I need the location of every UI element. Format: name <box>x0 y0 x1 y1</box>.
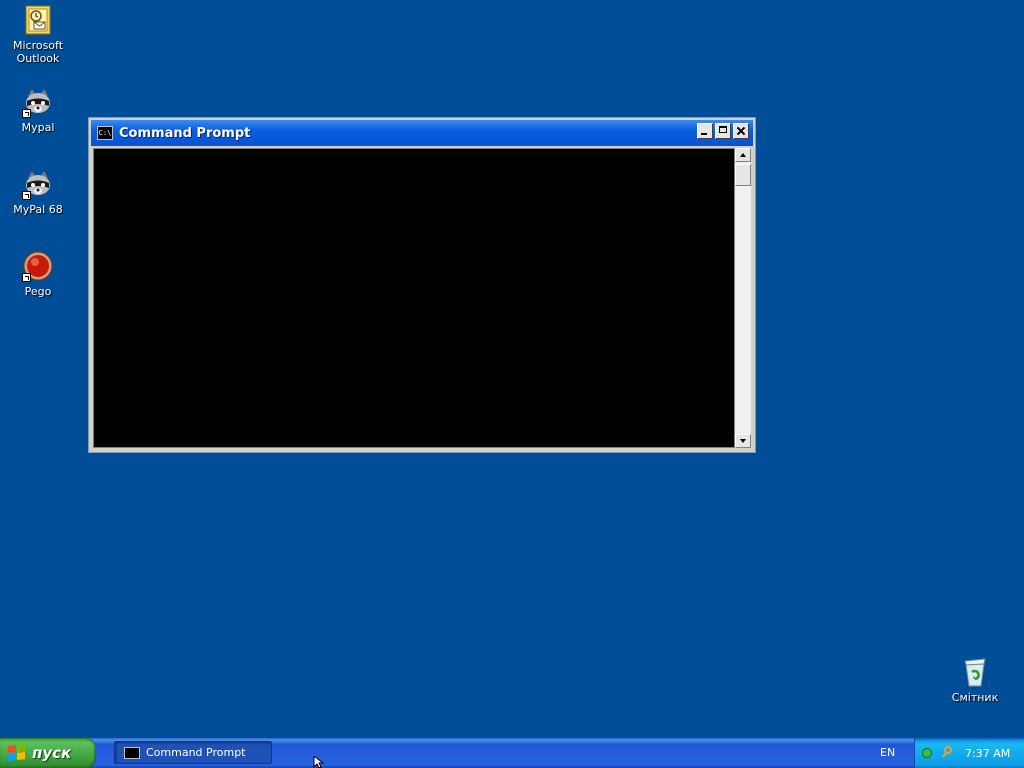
taskbar-item-command-prompt[interactable]: Command Prompt <box>114 741 272 764</box>
scroll-thumb[interactable] <box>735 164 751 186</box>
start-button[interactable]: пуск <box>0 738 96 768</box>
desktop-icon-outlook[interactable]: Microsoft Outlook <box>0 4 76 65</box>
cmd-icon <box>124 746 140 759</box>
shortcut-arrow-icon <box>22 273 31 282</box>
taskbar: пуск Command Prompt EN 7:37 AM <box>0 738 1024 768</box>
desktop-icon-mypal-68[interactable]: MyPal 68 <box>0 168 76 216</box>
desktop-icon-label: Смітник <box>951 691 999 704</box>
start-label: пуск <box>32 744 72 762</box>
language-indicator[interactable]: EN <box>880 746 895 759</box>
minimize-button[interactable] <box>697 123 713 139</box>
close-button[interactable] <box>733 123 749 139</box>
outlook-icon <box>22 4 54 36</box>
command-prompt-window[interactable]: C:\ Command Prompt <box>88 117 756 453</box>
shortcut-arrow-icon <box>22 191 31 200</box>
window-controls <box>697 123 749 139</box>
shortcut-arrow-icon <box>22 109 31 118</box>
mouse-cursor-icon <box>313 756 325 768</box>
mypal-raccoon-icon <box>22 168 54 200</box>
desktop-icon-label: Pego <box>24 285 52 298</box>
desktop-icon-label: MyPal 68 <box>13 203 63 216</box>
mypal-raccoon-icon <box>22 86 54 118</box>
recycle-bin-icon <box>959 656 991 688</box>
desktop-icon-mypal[interactable]: Mypal <box>0 86 76 134</box>
window-titlebar[interactable]: C:\ Command Prompt <box>91 120 753 146</box>
pego-icon <box>22 250 54 282</box>
vertical-scrollbar[interactable] <box>735 148 751 448</box>
cmd-icon: C:\ <box>97 126 113 140</box>
desktop-icon-label: Microsoft Outlook <box>12 39 64 65</box>
clock[interactable]: 7:37 AM <box>965 747 1010 760</box>
window-title: Command Prompt <box>119 125 251 141</box>
windows-logo-icon <box>8 744 26 762</box>
scroll-down-button[interactable] <box>735 434 751 448</box>
network-icon[interactable] <box>921 746 935 760</box>
desktop-icon-label: Mypal <box>21 121 55 134</box>
taskbar-item-label: Command Prompt <box>146 746 246 759</box>
search-icon[interactable] <box>941 746 955 760</box>
system-tray: 7:37 AM <box>914 738 1024 768</box>
scroll-up-button[interactable] <box>735 148 751 162</box>
console-area[interactable] <box>93 148 735 448</box>
maximize-button[interactable] <box>715 123 731 139</box>
desktop-icon-pego[interactable]: Pego <box>0 250 76 298</box>
desktop-icon-recycle-bin[interactable]: Смітник <box>937 656 1013 704</box>
